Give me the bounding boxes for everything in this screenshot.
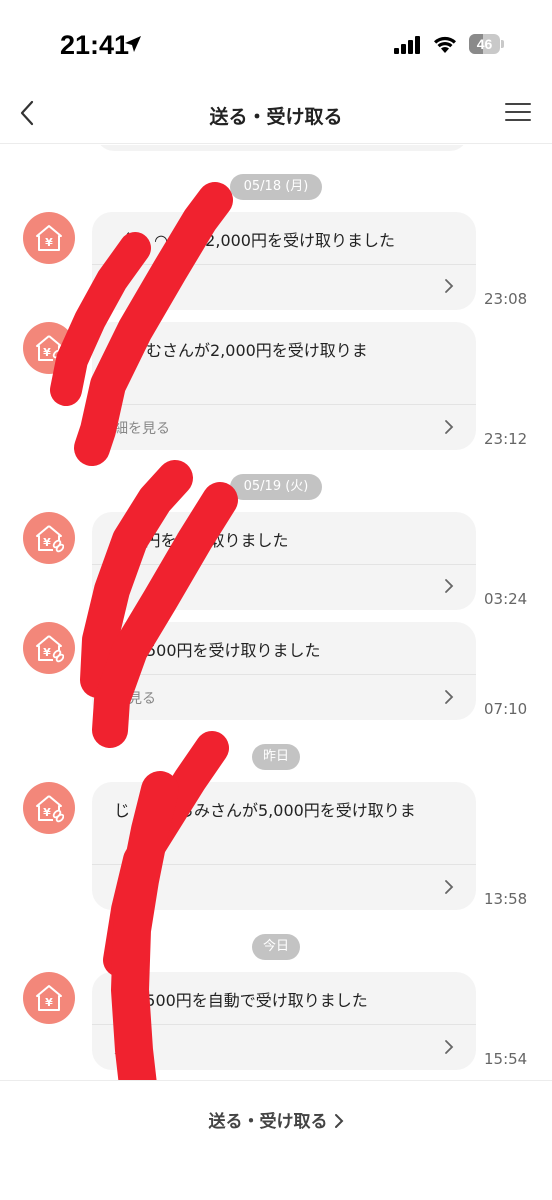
battery-percent: 46 [476,36,493,52]
message-time: 13:58 [484,890,528,908]
yen-house-link-icon: ¥ [23,622,75,674]
message-time: 23:12 [484,430,528,448]
hamburger-menu-icon[interactable] [504,100,532,124]
details-link[interactable]: 見る [114,1038,142,1058]
chevron-right-icon [445,880,454,894]
page-title: 送る・受け取る [209,106,343,128]
yen-house-icon: ¥ [23,972,75,1024]
svg-text:¥: ¥ [43,646,51,659]
date-separator: 昨日 [252,744,300,770]
wifi-icon [434,36,456,53]
location-arrow-icon [125,36,141,52]
svg-text:¥: ¥ [45,236,53,249]
card-message: んが500円を受け取りました [114,641,321,660]
yen-house-link-icon: ¥ [23,782,75,834]
card-message: 000円を受け取りました [114,531,289,550]
battery-indicator: 46 [469,34,505,54]
svg-text:¥: ¥ [43,536,51,549]
chevron-right-icon [445,690,454,704]
chevron-right-icon [334,1114,343,1128]
transaction-card[interactable]: ちゃむさんが2,000円を受け取りま 細を見る [92,322,476,450]
date-separator: 05/19 (火) [230,474,322,500]
transaction-card[interactable]: 000円を受け取りました [92,512,476,610]
card-message: （ ◠ ◠ ）が2,000円を受け取りました [114,231,395,250]
send-receive-label: 送る・受け取る [208,1112,328,1132]
chevron-right-icon [445,279,454,293]
message-time: 07:10 [484,700,528,718]
chevron-right-icon [445,420,454,434]
message-time: 23:08 [484,290,528,308]
yen-house-link-icon: ¥ [23,322,75,374]
yen-house-link-icon: ¥ [23,512,75,564]
details-link[interactable]: を見る [114,688,156,708]
cellular-signal-icon [394,36,420,54]
details-link[interactable]: る [114,878,128,898]
transaction-card[interactable]: じ らみさんが5,000円を受け取りま る [92,782,476,910]
date-separator: 今日 [252,934,300,960]
status-bar: 21:41 46 [0,0,552,84]
message-feed[interactable]: 05/18 (月) ¥ （ ◠ ◠ ）が2,000円を受け取りました 23:08… [0,145,552,1080]
message-time: 15:54 [484,1050,528,1068]
transaction-card[interactable]: が1,500円を自動で受け取りました 見る [92,972,476,1070]
card-message: が1,500円を自動で受け取りました [114,991,368,1010]
status-time: 21:41 [60,30,130,60]
details-link[interactable]: 細を見る [114,418,170,438]
transaction-card[interactable]: んが500円を受け取りました を見る [92,622,476,720]
send-receive-link[interactable]: 送る・受け取る [0,1107,552,1132]
yen-house-icon: ¥ [23,212,75,264]
svg-text:¥: ¥ [43,346,51,359]
transaction-card[interactable]: （ ◠ ◠ ）が2,000円を受け取りました [92,212,476,310]
bottom-bar: 送る・受け取る [0,1080,552,1200]
card-message: ちゃむさんが2,000円を受け取りま [114,341,368,360]
previous-message-card[interactable] [96,145,468,151]
message-time: 03:24 [484,590,528,608]
nav-bar: 送る・受け取る [0,84,552,144]
chevron-right-icon [445,579,454,593]
card-message: じ らみさんが5,000円を受け取りま [114,801,416,820]
svg-text:¥: ¥ [45,996,53,1009]
chevron-right-icon [445,1040,454,1054]
svg-text:¥: ¥ [43,806,51,819]
date-separator: 05/18 (月) [230,174,322,200]
